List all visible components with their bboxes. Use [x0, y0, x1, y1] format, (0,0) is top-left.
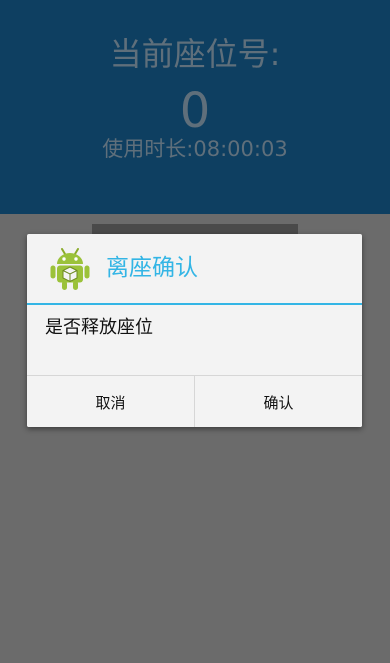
current-seat-label: 当前座位号: — [109, 35, 281, 73]
dialog-title: 离座确认 — [106, 255, 198, 281]
leave-seat-dialog: 离座确认 是否释放座位 取消 确认 — [27, 234, 362, 427]
usage-duration-value: 08:00:03 — [193, 137, 288, 161]
current-seat-number: 0 — [179, 83, 211, 139]
android-robot-icon — [49, 247, 91, 291]
confirm-button[interactable]: 确认 — [194, 376, 362, 427]
usage-duration-label: 使用时长: — [102, 137, 194, 161]
cancel-button[interactable]: 取消 — [27, 376, 194, 427]
dialog-title-bar: 离座确认 — [27, 234, 362, 303]
dialog-title-divider — [27, 303, 362, 305]
seat-info-panel: 当前座位号: 0 使用时长:08:00:03 — [0, 0, 390, 214]
usage-duration: 使用时长:08:00:03 — [0, 134, 390, 164]
dialog-button-bar: 取消 确认 — [27, 375, 362, 427]
dialog-message: 是否释放座位 — [45, 317, 153, 338]
